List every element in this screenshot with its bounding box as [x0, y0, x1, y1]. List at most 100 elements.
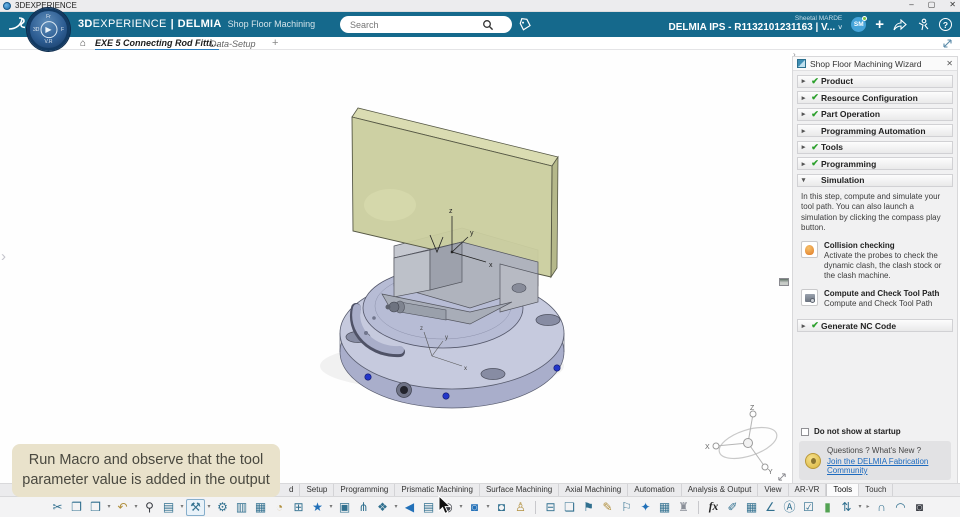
measure-icon[interactable]: ∠: [761, 499, 780, 516]
dropdown-caret[interactable]: ▾: [392, 499, 400, 516]
home-icon[interactable]: ⌂: [80, 38, 86, 49]
probe-tool-icon[interactable]: ⚒: [186, 498, 205, 516]
frame-select-icon[interactable]: ⊞: [289, 499, 308, 516]
tools[interactable]: Tools: [826, 484, 860, 496]
view[interactable]: View: [758, 484, 789, 496]
add-content-button[interactable]: +: [875, 17, 884, 32]
help-button[interactable]: ?: [939, 18, 952, 31]
programming[interactable]: ▸ ✔ Programming: [797, 157, 953, 170]
formula-fx-icon[interactable]: fx: [704, 499, 723, 516]
collision-checking-item[interactable]: Collision checking Activate the probes t…: [801, 240, 949, 282]
monitor-tree-icon[interactable]: ⊟: [541, 499, 560, 516]
wizard-section-generate-nc-code[interactable]: ▸ ✔ Generate NC Code: [797, 319, 953, 333]
edit-list-icon[interactable]: ▥: [232, 499, 251, 516]
tab-data-setup[interactable]: Data-Setup: [210, 39, 256, 49]
resources-chart-icon[interactable]: ◔: [270, 499, 289, 516]
dropdown-caret[interactable]: ▾: [327, 499, 335, 516]
part-operation[interactable]: ▸ ✔ Part Operation: [797, 107, 953, 121]
minimize-button[interactable]: –: [909, 0, 913, 9]
resource-configuration[interactable]: ▸ ✔ Resource Configuration: [797, 91, 953, 104]
tool-settings-icon[interactable]: ⚙: [213, 499, 232, 516]
left-panel-expand-icon[interactable]: ›: [1, 248, 6, 265]
user-avatar[interactable]: SM: [851, 16, 868, 32]
3d-viewport[interactable]: › z y x z y x Z X Y: [0, 50, 790, 483]
section-expand-icon[interactable]: ▸: [798, 127, 809, 135]
maximize-button[interactable]: ▢: [928, 0, 936, 9]
operations-list-icon[interactable]: ▤: [419, 499, 438, 516]
workspace-block[interactable]: Sheetal MARDE DELMIA IPS - R113210123116…: [669, 15, 843, 34]
close-button[interactable]: ✕: [949, 0, 956, 9]
section-expand-icon[interactable]: ▸: [798, 160, 809, 168]
undo-icon[interactable]: ↶: [113, 499, 132, 516]
search-icon[interactable]: [482, 19, 494, 31]
programming[interactable]: Programming: [334, 484, 396, 496]
status-bar-icon[interactable]: ▮: [818, 499, 837, 516]
flag-check-icon[interactable]: ⚐: [617, 499, 636, 516]
display-settings-icon[interactable]: ❖: [373, 499, 392, 516]
wizard-section-simulation[interactable]: ▾ Simulation: [797, 173, 953, 187]
3dexperience-compass[interactable]: ▶ Fr 3D F V.R: [27, 8, 70, 51]
tools[interactable]: ▸ ✔ Tools: [797, 140, 953, 154]
3d-scene[interactable]: z y x z y x Z X Y: [0, 50, 790, 483]
dropdown-caret[interactable]: ▾: [178, 499, 186, 516]
sliders-icon[interactable]: ⇅: [837, 499, 856, 516]
annotation-icon[interactable]: Ⓐ: [780, 499, 799, 516]
product[interactable]: ▸ ✔ Product: [797, 74, 953, 88]
stack-icon[interactable]: ❏: [560, 499, 579, 516]
section-collapse-icon[interactable]: ▾: [798, 176, 809, 184]
table-icon[interactable]: ▦: [742, 499, 761, 516]
copy-icon[interactable]: ❐: [67, 499, 86, 516]
dropdown-caret[interactable]: ▾: [205, 499, 213, 516]
dropdown-caret[interactable]: ▾: [105, 499, 113, 516]
expand-ribbon-icon[interactable]: [942, 38, 953, 49]
more-arrow[interactable]: ▸: [864, 499, 872, 516]
cut-icon[interactable]: ✂: [48, 499, 67, 516]
automation[interactable]: Automation: [628, 484, 682, 496]
wizard-close-icon[interactable]: ✕: [946, 59, 953, 68]
surface-machining[interactable]: Surface Machining: [480, 484, 560, 496]
simulation-player-icon[interactable]: ♙: [511, 499, 530, 516]
new-tab-button[interactable]: +: [272, 37, 278, 49]
probe-dome-icon[interactable]: ◠: [891, 499, 910, 516]
dropdown-caret[interactable]: ▾: [132, 499, 140, 516]
search-input[interactable]: [340, 19, 480, 30]
probe-magnet-icon[interactable]: ∩: [872, 499, 891, 516]
hierarchy-icon[interactable]: ⋔: [354, 499, 373, 516]
viewport-expand-icon[interactable]: [777, 472, 787, 482]
compass-play-icon[interactable]: ▶: [40, 20, 57, 38]
memory-chip-icon[interactable]: ▣: [335, 499, 354, 516]
community-icon[interactable]: [916, 18, 930, 31]
share-icon[interactable]: [893, 18, 907, 31]
view-grid-icon[interactable]: ▦: [251, 499, 270, 516]
setup[interactable]: Setup: [300, 484, 335, 496]
d[interactable]: d: [283, 484, 301, 496]
checklist-icon[interactable]: ☑: [799, 499, 818, 516]
dropdown-caret[interactable]: ▾: [457, 499, 465, 516]
workspace-caret-icon[interactable]: ˅: [838, 25, 842, 32]
section-expand-icon[interactable]: ▸: [798, 94, 809, 102]
pencil-icon[interactable]: ✎: [598, 499, 617, 516]
compute-check-tool-path-item[interactable]: Compute and Check Tool Path Compute and …: [801, 288, 949, 309]
stock-boxes-icon[interactable]: ▦: [655, 499, 674, 516]
dropdown-caret[interactable]: ▾: [856, 499, 864, 516]
axial-machining[interactable]: Axial Machining: [559, 484, 629, 496]
paste-icon[interactable]: ❒: [86, 499, 105, 516]
community-link[interactable]: Join the DELMIA Fabrication Community: [827, 457, 945, 475]
tag-icon[interactable]: [518, 18, 532, 32]
search-icon[interactable]: ⚲: [140, 499, 159, 516]
touch[interactable]: Touch: [859, 484, 894, 496]
flag-tool-icon[interactable]: ⚑: [579, 499, 598, 516]
camera-icon[interactable]: ◘: [492, 499, 511, 516]
do-not-show-checkbox[interactable]: [801, 427, 809, 436]
catalog-icon[interactable]: ▤: [159, 499, 178, 516]
favorites-star-icon[interactable]: ★: [308, 499, 327, 516]
dropdown-caret[interactable]: ▾: [484, 499, 492, 516]
fixture-icon[interactable]: ✦: [636, 499, 655, 516]
wand-icon[interactable]: ✐: [723, 499, 742, 516]
view-compass-widget[interactable]: Z X Y: [705, 405, 781, 476]
screen-marker-icon[interactable]: [779, 278, 789, 286]
video-capture-icon[interactable]: ◙: [465, 499, 484, 516]
programming-automation[interactable]: ▸ Programming Automation: [797, 124, 953, 137]
section-expand-icon[interactable]: ▸: [798, 77, 809, 85]
section-expand-icon[interactable]: ▸: [798, 322, 809, 330]
